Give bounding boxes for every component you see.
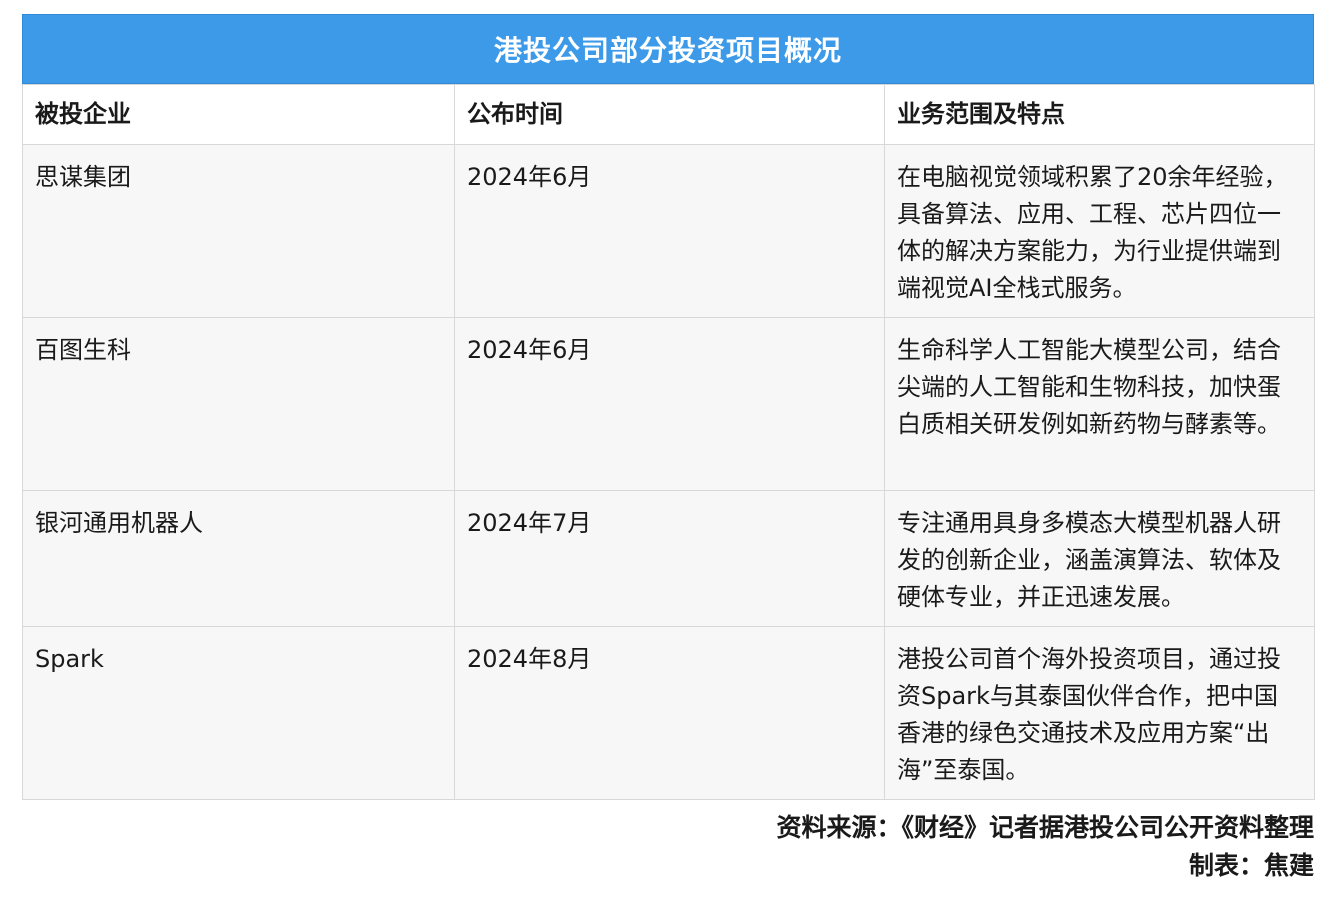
cell-description: 专注通用具身多模态大模型机器人研发的创新企业，涵盖演算法、软体及硬体专业，并正迅… (884, 490, 1315, 627)
table-row: 思谋集团 2024年6月 在电脑视觉领域积累了20余年经验，具备算法、应用、工程… (22, 144, 1315, 318)
cell-date: 2024年6月 (454, 317, 885, 491)
cell-description: 生命科学人工智能大模型公司，结合尖端的人工智能和生物科技，加快蛋白质相关研发例如… (884, 317, 1315, 491)
cell-description: 在电脑视觉领域积累了20余年经验，具备算法、应用、工程、芯片四位一体的解决方案能… (884, 144, 1315, 318)
cell-date: 2024年7月 (454, 490, 885, 627)
table-footer: 资料来源：《财经》记者据港投公司公开资料整理 制表：焦建 (22, 809, 1314, 885)
cell-company: Spark (22, 626, 455, 800)
cell-date: 2024年6月 (454, 144, 885, 318)
table-row: Spark 2024年8月 港投公司首个海外投资项目，通过投资Spark与其泰国… (22, 626, 1315, 800)
table-row: 银河通用机器人 2024年7月 专注通用具身多模态大模型机器人研发的创新企业，涵… (22, 490, 1315, 627)
investment-table-figure: 港投公司部分投资项目概况 被投企业 公布时间 业务范围及特点 思谋集团 2024… (22, 14, 1315, 885)
header-date: 公布时间 (454, 84, 885, 145)
cell-company: 百图生科 (22, 317, 455, 491)
header-company: 被投企业 (22, 84, 455, 145)
table-maker-note: 制表：焦建 (1188, 851, 1314, 880)
source-note: 资料来源：《财经》记者据港投公司公开资料整理 (776, 813, 1314, 842)
table-header-row: 被投企业 公布时间 业务范围及特点 (22, 84, 1315, 145)
cell-company: 思谋集团 (22, 144, 455, 318)
cell-date: 2024年8月 (454, 626, 885, 800)
cell-company: 银河通用机器人 (22, 490, 455, 627)
table-row: 百图生科 2024年6月 生命科学人工智能大模型公司，结合尖端的人工智能和生物科… (22, 317, 1315, 491)
investment-table: 被投企业 公布时间 业务范围及特点 思谋集团 2024年6月 在电脑视觉领域积累… (22, 84, 1315, 800)
header-description: 业务范围及特点 (884, 84, 1315, 145)
cell-description: 港投公司首个海外投资项目，通过投资Spark与其泰国伙伴合作，把中国香港的绿色交… (884, 626, 1315, 800)
table-title: 港投公司部分投资项目概况 (22, 14, 1314, 84)
